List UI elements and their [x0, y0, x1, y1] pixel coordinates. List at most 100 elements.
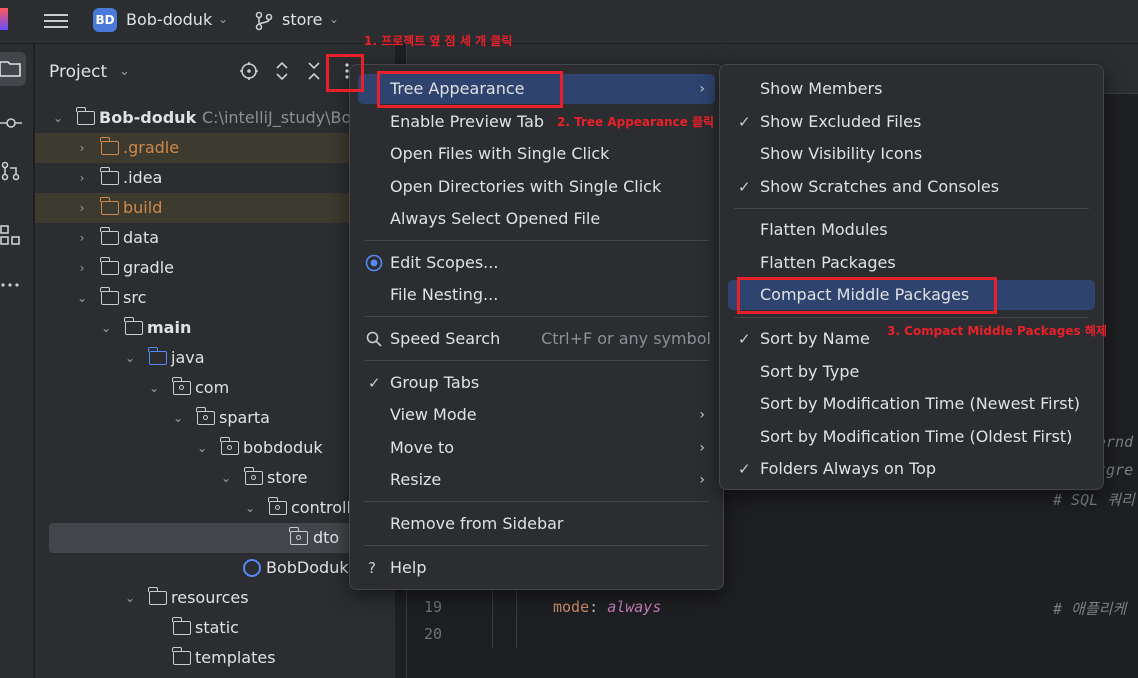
- menu-item-remove-from-sidebar[interactable]: Remove from Sidebar: [358, 509, 715, 539]
- chevron-right-icon: ›: [699, 407, 705, 423]
- line-number: 20: [424, 625, 443, 643]
- submenu-folders-on-top[interactable]: ✓ Folders Always on Top: [728, 454, 1095, 484]
- code-comment-sql: # SQL 쿼리: [1053, 491, 1135, 509]
- menu-separator: [734, 208, 1089, 209]
- resources-folder-icon: [148, 587, 167, 605]
- tree-item-src[interactable]: ⌄ src: [35, 283, 395, 313]
- folder-icon[interactable]: [0, 58, 22, 80]
- tree-item-build[interactable]: › build: [35, 193, 395, 223]
- tree-item-gradle[interactable]: › gradle: [35, 253, 395, 283]
- scope-icon: [365, 254, 383, 272]
- folder-icon: [172, 617, 191, 635]
- branch-icon[interactable]: [255, 11, 273, 31]
- submenu-show-scratches[interactable]: ✓ Show Scratches and Consoles: [728, 172, 1095, 202]
- title-bar: BD Bob-doduk ⌄ store ⌄: [0, 0, 1138, 44]
- tree-item-main[interactable]: ⌄ main: [35, 313, 395, 343]
- menu-item-help[interactable]: ? Help: [358, 553, 715, 583]
- tree-item-com[interactable]: ⌄ com: [35, 373, 395, 403]
- menu-separator: [364, 545, 709, 546]
- chevron-down-icon[interactable]: ⌄: [119, 64, 130, 79]
- more-tools-icon[interactable]: [0, 274, 22, 296]
- annotation-step3: 3. Compact Middle Packages 해제: [887, 324, 1107, 338]
- menu-item-resize[interactable]: Resize ›: [358, 465, 715, 495]
- chevron-right-icon: ›: [699, 440, 705, 456]
- tree-item-dto[interactable]: dto: [49, 523, 395, 553]
- menu-item-open-dirs-single-click[interactable]: Open Directories with Single Click: [358, 172, 715, 202]
- code-comment: # 애플리케: [1053, 600, 1127, 618]
- tree-item-root[interactable]: ⌄ Bob-doduk C:\intelliJ_study\Bo: [35, 103, 395, 133]
- submenu-flatten-modules[interactable]: Flatten Modules: [728, 215, 1095, 245]
- menu-item-group-tabs[interactable]: ✓ Group Tabs: [358, 368, 715, 398]
- folder-icon: [172, 647, 191, 665]
- search-icon: [366, 331, 382, 347]
- checkmark-icon: ✓: [738, 113, 751, 131]
- menu-item-open-files-single-click[interactable]: Open Files with Single Click: [358, 139, 715, 169]
- menu-separator: [364, 501, 709, 502]
- tree-item-store[interactable]: ⌄ store: [35, 463, 395, 493]
- yaml-value: always: [607, 598, 662, 616]
- tree-item-resources[interactable]: ⌄ resources: [35, 583, 395, 613]
- folder-icon: [100, 167, 119, 185]
- tree-item-data[interactable]: › data: [35, 223, 395, 253]
- locate-icon[interactable]: [239, 60, 259, 82]
- tree-item-gradle-hidden[interactable]: › .gradle: [35, 133, 395, 163]
- pull-request-icon[interactable]: [0, 160, 22, 182]
- indent-guide: [492, 590, 493, 648]
- menu-separator: [364, 360, 709, 361]
- submenu-show-visibility-icons[interactable]: Show Visibility Icons: [728, 139, 1095, 169]
- project-badge[interactable]: BD: [93, 8, 117, 32]
- tree-item-java[interactable]: ⌄ java: [35, 343, 395, 373]
- package-icon: [196, 407, 215, 425]
- branch-name[interactable]: store: [282, 10, 322, 29]
- line-number: 19: [424, 598, 443, 616]
- app-logo-icon: [0, 8, 8, 30]
- folder-icon: [100, 137, 119, 155]
- tree-item-main-class[interactable]: BobDoduk: [35, 553, 395, 583]
- annotation-box-tree-appearance: [377, 71, 563, 108]
- tree-item-templates[interactable]: templates: [35, 643, 395, 673]
- menu-item-speed-search[interactable]: Speed Search Ctrl+F or any symbol: [358, 324, 715, 354]
- annotation-step2: 2. Tree Appearance 클릭: [557, 115, 715, 129]
- menu-item-view-mode[interactable]: View Mode ›: [358, 400, 715, 430]
- checkmark-icon: ✓: [738, 178, 751, 196]
- tree-item-sparta[interactable]: ⌄ sparta: [35, 403, 395, 433]
- project-panel: Project ⌄ ⌄ Bob-doduk C:\intelliJ_study\…: [35, 44, 395, 678]
- submenu-sort-by-type[interactable]: Sort by Type: [728, 357, 1095, 387]
- folder-icon: [100, 227, 119, 245]
- help-icon: ?: [368, 559, 376, 577]
- annotation-box-compact-middle: [737, 277, 997, 314]
- collapse-all-icon[interactable]: [304, 60, 324, 82]
- submenu-show-members[interactable]: Show Members: [728, 74, 1095, 104]
- submenu-sort-newest[interactable]: Sort by Modification Time (Newest First): [728, 389, 1095, 419]
- source-folder-icon: [148, 347, 167, 365]
- panel-title[interactable]: Project: [49, 62, 107, 82]
- chevron-down-icon[interactable]: ⌄: [218, 12, 228, 26]
- submenu-show-excluded-files[interactable]: ✓ Show Excluded Files: [728, 107, 1095, 137]
- package-icon: [220, 437, 239, 455]
- tree-item-idea[interactable]: › .idea: [35, 163, 395, 193]
- main-menu-icon[interactable]: [44, 10, 68, 32]
- chevron-right-icon: ›: [699, 81, 705, 97]
- tree-item-static[interactable]: static: [35, 613, 395, 643]
- yaml-key: mode: [553, 598, 590, 616]
- submenu-sort-oldest[interactable]: Sort by Modification Time (Oldest First): [728, 422, 1095, 452]
- menu-item-file-nesting[interactable]: File Nesting...: [358, 280, 715, 310]
- package-icon: [172, 377, 191, 395]
- code-line-19[interactable]: mode: always: [553, 598, 661, 616]
- yaml-colon: :: [589, 598, 599, 616]
- menu-item-edit-scopes[interactable]: Edit Scopes...: [358, 248, 715, 278]
- source-root-folder-icon: [124, 317, 143, 335]
- menu-item-always-select-opened[interactable]: Always Select Opened File: [358, 204, 715, 234]
- submenu-flatten-packages[interactable]: Flatten Packages: [728, 248, 1095, 278]
- menu-item-move-to[interactable]: Move to ›: [358, 433, 715, 463]
- structure-icon[interactable]: [0, 224, 22, 246]
- tree-item-controller[interactable]: ⌄ controll: [35, 493, 395, 523]
- annotation-step1: 1. 프로젝트 옆 점 세 개 클릭: [364, 34, 513, 48]
- project-name[interactable]: Bob-doduk: [126, 10, 212, 29]
- menu-separator: [364, 240, 709, 241]
- package-icon: [289, 527, 308, 545]
- chevron-down-icon[interactable]: ⌄: [329, 12, 339, 26]
- expand-all-icon[interactable]: [272, 60, 292, 82]
- commit-icon[interactable]: [0, 112, 22, 134]
- tree-item-bobdoduk[interactable]: ⌄ bobdoduk: [35, 433, 395, 463]
